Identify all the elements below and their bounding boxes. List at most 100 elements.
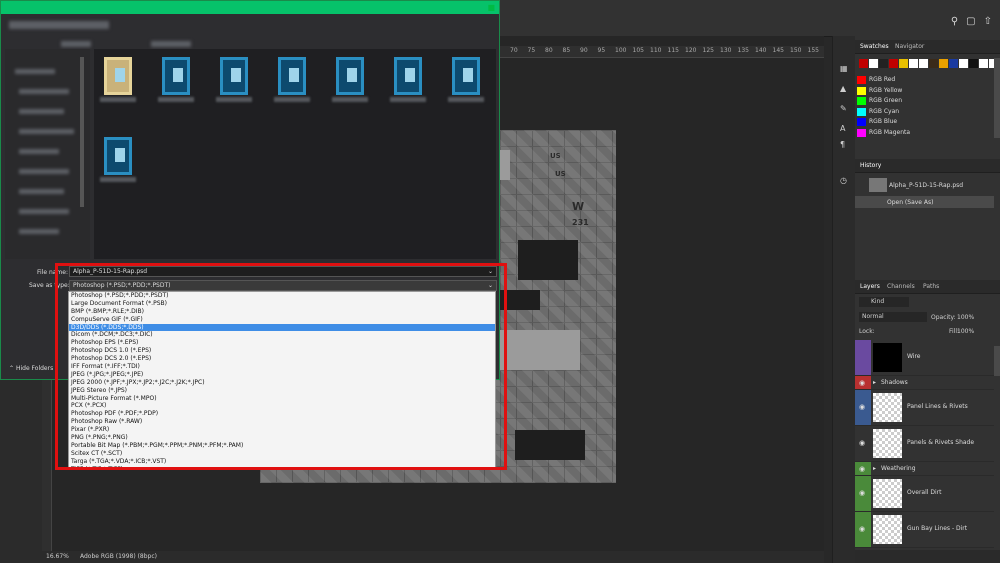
hide-folders-button[interactable]: ⌃ Hide Folders [9, 365, 53, 372]
save-type-option[interactable]: CompuServe GIF (*.GIF) [69, 316, 495, 324]
swatch-item[interactable]: RGB Red [857, 75, 993, 85]
save-type-select[interactable]: Photoshop (*.PSD;*.PDD;*.PSDT) ⌄ [69, 280, 497, 291]
psd-file-icon[interactable] [390, 57, 426, 103]
save-type-option[interactable]: Dicom (*.DCM;*.DC3;*.DIC) [69, 331, 495, 339]
tab-navigator[interactable]: Navigator [895, 43, 924, 50]
save-type-option[interactable]: Scitex CT (*.SCT) [69, 450, 495, 458]
swatch-item[interactable]: RGB Magenta [857, 128, 993, 138]
layer-row[interactable]: ◉ Panel Lines & Rivets [855, 390, 994, 426]
chevron-down-icon[interactable]: ⌄ [488, 281, 493, 290]
layer-group[interactable]: ◉ ▸ Weathering [855, 462, 994, 476]
tab-layers[interactable]: Layers [860, 283, 880, 290]
dialog-titlebar[interactable]: ■ [1, 1, 499, 14]
save-type-option[interactable]: PCX (*.PCX) [69, 402, 495, 410]
file-list[interactable] [94, 49, 496, 259]
save-type-option[interactable]: Photoshop (*.PSD;*.PDD;*.PSDT) [69, 292, 495, 300]
swatch-chip[interactable] [959, 59, 968, 68]
folder-icon[interactable] [100, 57, 136, 103]
psd-file-icon[interactable] [100, 137, 136, 183]
brush-icon[interactable]: ✎ [840, 104, 847, 113]
visibility-eye-icon[interactable]: ◉ [859, 439, 865, 447]
save-type-dropdown-list[interactable]: Photoshop (*.PSD;*.PDD;*.PSDT) Large Docu… [68, 291, 496, 469]
visibility-eye-icon[interactable]: ◉ [859, 465, 865, 473]
save-type-option[interactable]: Pixar (*.PXR) [69, 426, 495, 434]
swatch-chip[interactable] [909, 59, 918, 68]
save-type-option[interactable]: Photoshop PDF (*.PDF;*.PDP) [69, 410, 495, 418]
file-name-input[interactable]: Alpha_P-51D-15-Rap.psd ⌄ [69, 266, 497, 277]
save-type-option[interactable]: JPEG 2000 (*.JPF;*.JPX;*.JP2;*.J2C;*.J2K… [69, 379, 495, 387]
visibility-eye-icon[interactable]: ◉ [859, 489, 865, 497]
workspace-icon[interactable]: ▢ [966, 16, 975, 27]
nav-scrollbar[interactable] [80, 57, 84, 207]
save-type-option[interactable]: D3D/DDS (*.DDS;*.DDS) [69, 323, 495, 332]
save-type-option[interactable]: PNG (*.PNG;*.PNG) [69, 434, 495, 442]
save-type-option[interactable]: BMP (*.BMP;*.RLE;*.DIB) [69, 308, 495, 316]
swatch-chip[interactable] [939, 59, 948, 68]
save-type-option[interactable]: Multi-Picture Format (*.MPO) [69, 395, 495, 403]
psd-file-icon[interactable] [274, 57, 310, 103]
save-type-option[interactable]: Photoshop DCS 2.0 (*.EPS) [69, 355, 495, 363]
layer-row[interactable]: ◉ Panels & Rivets Shade [855, 426, 994, 462]
swatch-chip[interactable] [879, 59, 888, 68]
swatches-icon[interactable]: ▦ [840, 64, 848, 73]
save-type-option[interactable]: Photoshop DCS 1.0 (*.EPS) [69, 347, 495, 355]
save-type-option[interactable]: Photoshop EPS (*.EPS) [69, 339, 495, 347]
history-icon[interactable]: ◷ [840, 176, 847, 185]
psd-file-icon[interactable] [448, 57, 484, 103]
psd-file-icon[interactable] [216, 57, 252, 103]
tab-paths[interactable]: Paths [923, 283, 939, 290]
swatch-chip[interactable] [889, 59, 898, 68]
opacity-value[interactable]: 100% [957, 314, 974, 321]
visibility-eye-icon[interactable]: ◉ [859, 379, 865, 387]
zoom-level[interactable]: 16.67% [46, 553, 69, 560]
swatch-chip[interactable] [919, 59, 928, 68]
tab-history[interactable]: History [860, 162, 881, 169]
psd-file-icon[interactable] [158, 57, 194, 103]
swatch-item[interactable]: RGB Green [857, 96, 993, 106]
swatch-chip[interactable] [869, 59, 878, 68]
visibility-eye-icon[interactable]: ◉ [859, 525, 865, 533]
save-type-option[interactable]: Photoshop Raw (*.RAW) [69, 418, 495, 426]
layer-row[interactable]: ◉ Overall Dirt [855, 476, 994, 512]
swatch-chip[interactable] [969, 59, 978, 68]
layer-group[interactable]: ◉ ▸ Shadows [855, 376, 994, 390]
close-icon[interactable]: ■ [487, 3, 495, 12]
fill-value[interactable]: 100% [957, 328, 974, 335]
swatch-chip[interactable] [949, 59, 958, 68]
swatch-item[interactable]: RGB Cyan [857, 107, 993, 117]
adjust-icon[interactable]: ▲ [840, 84, 846, 93]
paragraph-icon[interactable]: ¶ [840, 140, 845, 149]
history-snapshot[interactable]: Alpha_P-51D-15-Rap.psd [855, 178, 994, 194]
layers-scrollbar[interactable] [994, 346, 1000, 376]
visibility-eye-icon[interactable]: ◉ [859, 403, 865, 411]
swatch-chip[interactable] [859, 59, 868, 68]
blend-mode-select[interactable]: Normal [859, 312, 927, 322]
folder-icon[interactable]: ▸ [873, 379, 876, 386]
layer-row[interactable]: Wire [855, 340, 994, 376]
psd-file-icon[interactable] [332, 57, 368, 103]
swatch-item[interactable]: RGB Blue [857, 117, 993, 127]
layer-filter-kind[interactable]: Kind [859, 297, 909, 307]
share-icon[interactable]: ⇧ [984, 16, 992, 27]
save-type-option[interactable]: TIFF (*.TIF;*.TIFF) [69, 466, 495, 468]
folder-icon[interactable]: ▸ [873, 465, 876, 472]
swatch-chip[interactable] [979, 59, 988, 68]
history-step[interactable]: Open (Save As) [855, 196, 994, 208]
swatches-scrollbar[interactable] [994, 58, 1000, 138]
save-type-option[interactable]: JPEG Stereo (*.JPS) [69, 387, 495, 395]
save-type-option[interactable]: Portable Bit Map (*.PBM;*.PGM;*.PPM;*.PN… [69, 442, 495, 450]
chevron-down-icon[interactable]: ⌄ [488, 267, 493, 276]
save-type-option[interactable]: Large Document Format (*.PSB) [69, 300, 495, 308]
save-type-option[interactable]: Targa (*.TGA;*.VDA;*.ICB;*.VST) [69, 458, 495, 466]
tab-swatches[interactable]: Swatches [860, 43, 889, 50]
layer-row[interactable]: ◉ Gun Bay Lines - Dirt [855, 512, 994, 548]
swatch-chip[interactable] [899, 59, 908, 68]
swatch-chip[interactable] [929, 59, 938, 68]
navigation-pane[interactable] [5, 49, 90, 259]
swatch-item[interactable]: RGB Yellow [857, 86, 993, 96]
save-type-option[interactable]: IFF Format (*.IFF;*.TDI) [69, 363, 495, 371]
character-icon[interactable]: A [840, 124, 845, 133]
tab-channels[interactable]: Channels [887, 283, 915, 290]
search-icon[interactable]: ⚲ [951, 16, 958, 27]
save-type-option[interactable]: JPEG (*.JPG;*.JPEG;*.JPE) [69, 371, 495, 379]
